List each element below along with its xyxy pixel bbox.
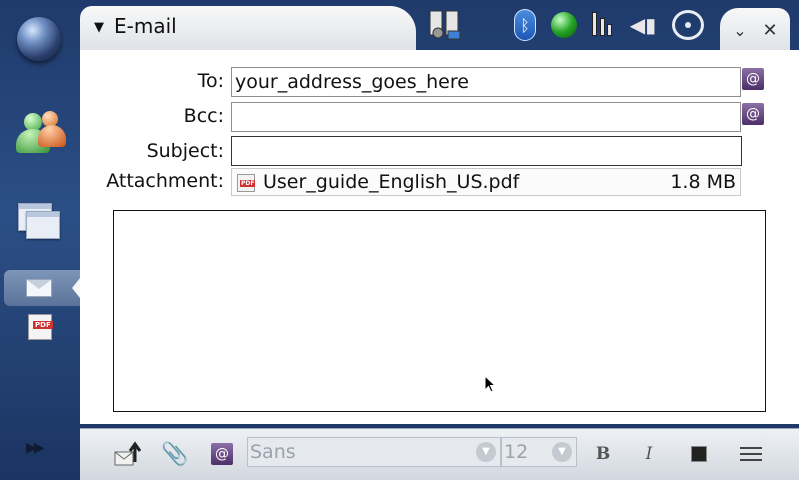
to-input[interactable]	[235, 68, 740, 96]
window-menu-tab[interactable]: ▼ E-mail	[80, 6, 416, 50]
bcc-input[interactable]	[235, 103, 740, 131]
email-compose-form: To: @ Bcc: @ Subject: Attachment: PDF Us…	[80, 50, 799, 424]
battery-icon[interactable]	[588, 8, 618, 42]
chevron-down-icon: ▼	[476, 442, 496, 462]
to-field[interactable]	[231, 67, 741, 97]
font-family-select[interactable]: Sans ▼	[247, 437, 501, 467]
text-color-button[interactable]	[690, 439, 708, 469]
bcc-label: Bcc:	[183, 105, 224, 127]
title-bar: ▼ E-mail ᛒ ◀▮ ⌄ ✕	[80, 0, 799, 50]
next-arrows-icon[interactable]: ▶▶	[26, 440, 44, 456]
address-book-icon[interactable]: @	[208, 439, 236, 469]
connectivity-icon[interactable]	[425, 8, 465, 42]
send-icon[interactable]	[110, 439, 146, 469]
font-family-value: Sans	[250, 441, 296, 463]
pdf-document-icon[interactable]: PDF	[28, 314, 53, 340]
pdf-file-icon: PDF	[237, 174, 256, 192]
bullet-list-button[interactable]	[738, 439, 764, 469]
bcc-field[interactable]	[231, 102, 741, 132]
mouse-pointer-icon	[484, 375, 496, 393]
subject-input[interactable]	[235, 137, 741, 165]
message-body-editor[interactable]	[113, 210, 766, 412]
attachment-item[interactable]: PDF User_guide_English_US.pdf 1.8 MB	[231, 168, 741, 196]
window-title: E-mail	[114, 14, 177, 38]
formatting-toolbar: 📎 @ Sans ▼ 12 ▼ B I	[80, 428, 799, 480]
close-icon[interactable]: ✕	[760, 20, 780, 41]
volume-icon[interactable]: ◀▮	[628, 8, 658, 42]
chevron-down-icon: ▼	[552, 442, 572, 462]
internet-connection-icon[interactable]	[668, 8, 708, 42]
font-size-value: 12	[504, 441, 529, 463]
presence-icon[interactable]	[548, 8, 580, 42]
web-browser-icon[interactable]	[14, 14, 64, 64]
bcc-address-book-button[interactable]: @	[742, 103, 764, 125]
attach-paperclip-icon[interactable]: 📎	[160, 439, 190, 469]
bold-button[interactable]: B	[592, 439, 614, 469]
font-size-select[interactable]: 12 ▼	[501, 437, 577, 467]
color-swatch-icon	[691, 446, 707, 462]
to-label: To:	[197, 70, 224, 92]
attachment-label: Attachment:	[106, 170, 224, 192]
attachment-filename: User_guide_English_US.pdf	[263, 171, 520, 193]
applications-icon[interactable]	[14, 196, 64, 246]
attachment-size: 1.8 MB	[670, 171, 736, 193]
email-icon	[26, 279, 52, 297]
minimize-icon[interactable]: ⌄	[730, 20, 750, 40]
list-icon	[740, 447, 762, 461]
subject-label: Subject:	[146, 140, 224, 162]
window-controls: ⌄ ✕	[720, 8, 790, 50]
contacts-icon[interactable]	[14, 108, 66, 158]
email-task-tab[interactable]	[4, 270, 80, 306]
menu-arrow-icon: ▼	[94, 20, 104, 35]
italic-button[interactable]: I	[638, 439, 660, 469]
to-address-book-button[interactable]: @	[742, 68, 764, 90]
task-launcher: PDF ▶▶	[0, 0, 80, 480]
bluetooth-icon[interactable]: ᛒ	[510, 8, 540, 42]
subject-field[interactable]	[231, 136, 742, 166]
